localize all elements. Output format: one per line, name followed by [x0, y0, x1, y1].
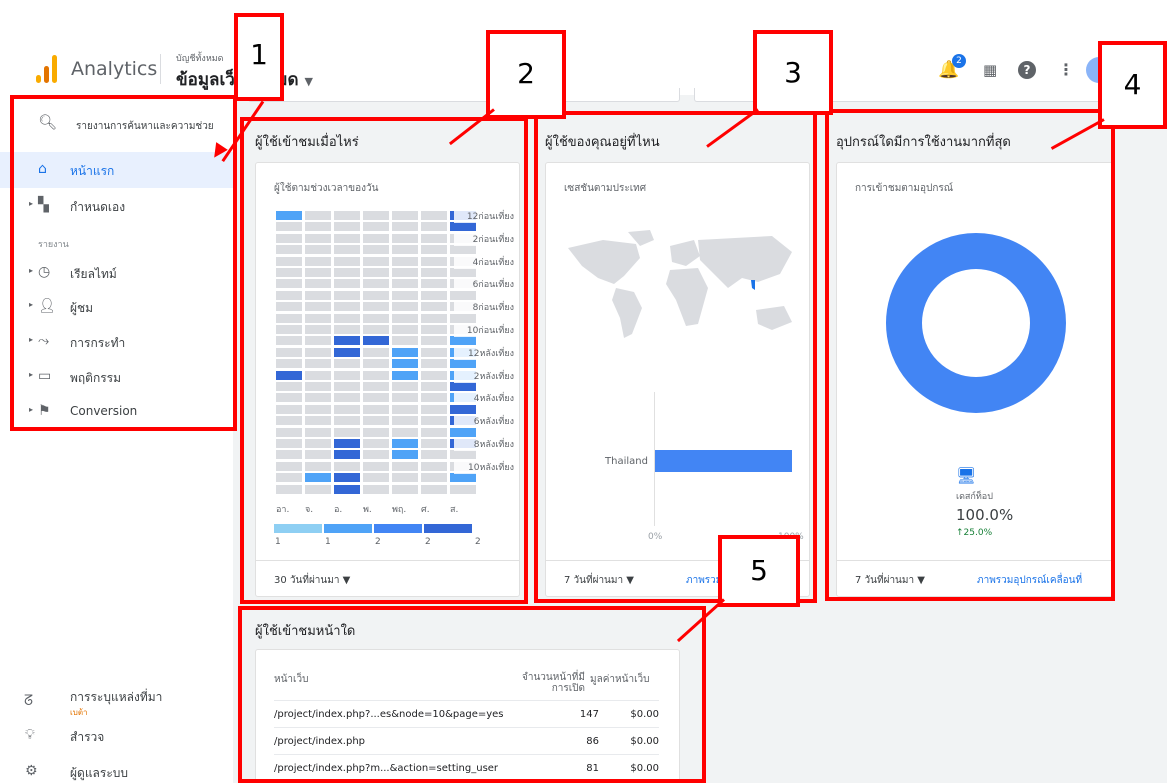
notification-badge: 2: [952, 54, 966, 68]
annotation-label-1: 1: [234, 13, 284, 101]
hour-label: 12หลังเที่ยง: [454, 345, 514, 360]
legend-value: 2: [475, 537, 481, 547]
hour-label: 12ก่อนเที่ยง: [454, 209, 514, 223]
day-label: ส.: [450, 505, 459, 515]
attribution-icon: ᘔ: [24, 693, 34, 709]
divider: [160, 54, 161, 84]
hour-label: 8ก่อนเที่ยง: [454, 300, 514, 315]
annotation-label-4: 4: [1098, 41, 1167, 129]
sidebar-item-attribution[interactable]: ᘔ การระบุแหล่งที่มา เบต้า: [0, 683, 233, 721]
more-vert-icon[interactable]: ⋮: [1058, 60, 1074, 79]
legend-value: 2: [425, 537, 431, 547]
hour-label: 4ก่อนเที่ยง: [454, 254, 514, 269]
annotation-frame-5: [238, 606, 706, 783]
help-icon[interactable]: ?: [1018, 61, 1036, 79]
app-title: Analytics: [71, 58, 158, 80]
legend-value: 2: [375, 537, 381, 547]
lightbulb-icon: 💡︎: [25, 727, 35, 743]
hour-label: 2ก่อนเที่ยง: [454, 231, 514, 246]
sidebar-item-label: ผู้ดูแลระบบ: [70, 766, 129, 780]
previous-card-bottom: [248, 88, 680, 102]
annotation-label-2: 2: [486, 30, 566, 119]
hour-label: 10หลังเที่ยง: [454, 459, 514, 474]
annotation-frame-1: [10, 95, 237, 431]
legend-swatch: [424, 524, 472, 533]
analytics-app: Analytics บัญชีทั้งหมด ข้อมูลเว็บทั้งหมด…: [0, 0, 1167, 783]
sidebar-item-discover[interactable]: 💡︎ สำรวจ: [0, 718, 233, 754]
hour-label: 2หลังเที่ยง: [454, 368, 514, 383]
hour-label: 4หลังเที่ยง: [454, 391, 514, 406]
hour-label: 6ก่อนเที่ยง: [454, 277, 514, 292]
legend-swatch: [374, 524, 422, 533]
top-bar: Analytics บัญชีทั้งหมด ข้อมูลเว็บทั้งหมด…: [0, 0, 1167, 95]
annotation-frame-4: [825, 109, 1115, 601]
hour-label: 10ก่อนเที่ยง: [454, 323, 514, 337]
sidebar-item-label: การระบุแหล่งที่มา: [70, 690, 163, 704]
sidebar-item-label: สำรวจ: [70, 730, 105, 744]
legend-swatch: [324, 524, 372, 533]
account-label[interactable]: บัญชีทั้งหมด: [176, 51, 224, 65]
hour-label: 8หลังเที่ยง: [454, 437, 514, 451]
legend-swatch: [274, 524, 322, 533]
chevron-down-icon: ▼: [304, 75, 313, 88]
day-label: จ.: [305, 505, 314, 515]
gear-icon: ⚙: [25, 763, 38, 779]
sidebar-item-admin[interactable]: ⚙ ผู้ดูแลระบบ: [0, 754, 233, 783]
day-label: ศ.: [421, 505, 430, 515]
annotation-label-5: 5: [718, 535, 800, 607]
day-label: พ.: [363, 505, 372, 515]
day-label: พฤ.: [392, 505, 407, 515]
annotation-label-3: 3: [753, 30, 833, 115]
apps-grid-icon[interactable]: ▦: [983, 61, 997, 79]
analytics-logo-icon[interactable]: [36, 53, 58, 83]
day-label: อา.: [276, 505, 290, 515]
hour-label: 6หลังเที่ยง: [454, 414, 514, 429]
annotation-frame-3: [534, 111, 817, 603]
day-label: อ.: [334, 505, 343, 515]
legend-value: 1: [325, 537, 331, 547]
legend-value: 1: [275, 537, 281, 547]
